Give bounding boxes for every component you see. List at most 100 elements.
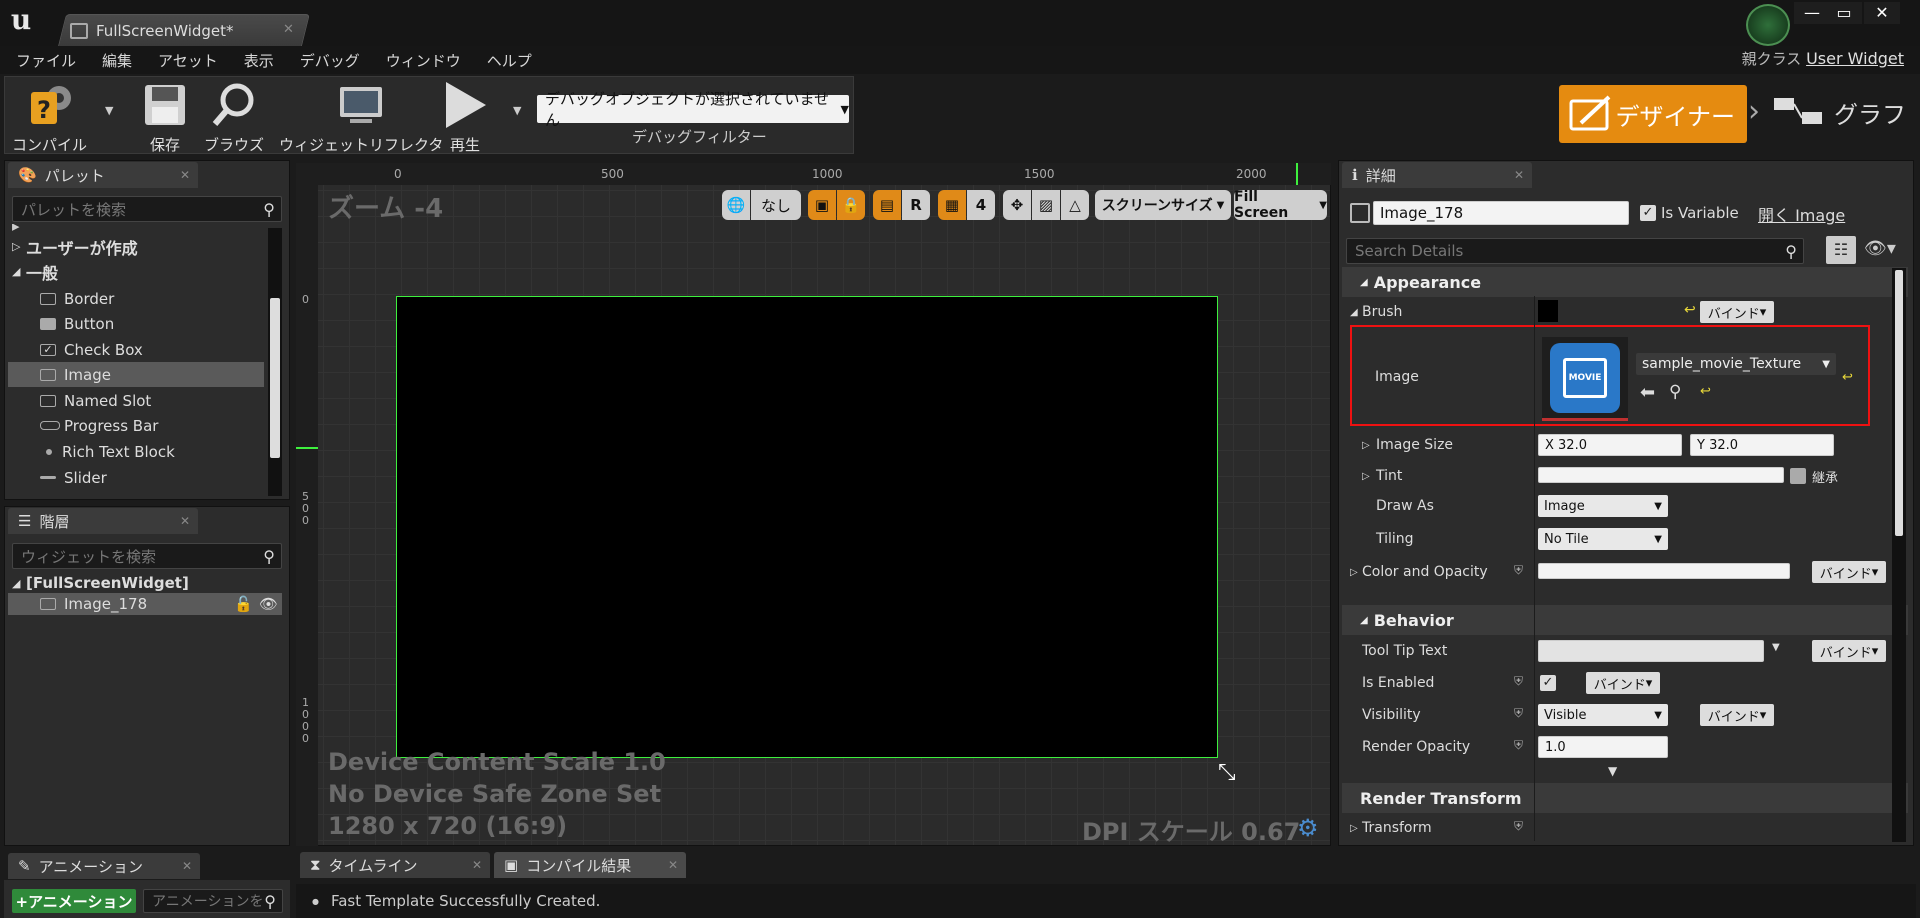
menu-debug[interactable]: デバッグ	[300, 50, 360, 71]
close-icon[interactable]: ✕	[180, 168, 190, 182]
close-icon[interactable]: ✕	[180, 514, 190, 528]
play-button[interactable]: 再生	[440, 82, 490, 155]
hierarchy-search-input[interactable]: ウィジェットを検索 ⚲	[12, 543, 282, 569]
palette-item-image[interactable]: Image	[8, 362, 264, 387]
palette-item-button[interactable]: Button	[8, 311, 264, 336]
is-enabled-bind-button[interactable]: バインド ▾	[1586, 672, 1660, 694]
close-icon[interactable]: ✕	[472, 858, 482, 872]
hierarchy-root[interactable]: ◢ [FullScreenWidget]	[8, 572, 264, 594]
play-options-dropdown[interactable]: ▼	[513, 104, 521, 117]
palette-category-general[interactable]: ◢ 一般	[8, 259, 264, 284]
widget-preview-area[interactable]	[396, 296, 1218, 758]
triangle-warning-icon[interactable]: △	[1061, 190, 1089, 220]
tooltip-bind-button[interactable]: バインド ▾	[1812, 640, 1886, 662]
menu-help[interactable]: ヘルプ	[487, 50, 532, 71]
palette-item-named-slot[interactable]: Named Slot	[8, 388, 264, 413]
hierarchy-tab[interactable]: ☰ 階層 ✕	[8, 508, 198, 534]
tint-color-swatch[interactable]	[1538, 467, 1784, 483]
outline-toggle-icon[interactable]: ▣	[808, 190, 836, 220]
minimize-button[interactable]: —	[1794, 2, 1830, 24]
respect-locks-button[interactable]: R	[902, 190, 930, 220]
widget-name-input[interactable]: Image_178	[1373, 201, 1629, 225]
graph-mode-button[interactable]: グラフ	[1772, 94, 1906, 130]
section-behavior[interactable]: ◢ Behavior	[1342, 605, 1908, 635]
widget-reflector-button[interactable]: ウィジェットリフレクタ	[279, 82, 443, 155]
browse-asset-search-icon[interactable]: ⚲	[1669, 382, 1681, 402]
section-appearance[interactable]: ◢ Appearance	[1342, 267, 1908, 297]
open-image-link[interactable]: 開く Image	[1758, 202, 1845, 226]
lock-icon[interactable]: 🔒	[837, 190, 865, 220]
menu-view[interactable]: 表示	[244, 50, 274, 71]
palette-search-input[interactable]: パレットを検索 ⚲	[12, 196, 282, 222]
palette-item-rich-text-block[interactable]: Rich Text Block	[8, 439, 264, 464]
image-preview-icon[interactable]: ▨	[1032, 190, 1060, 220]
close-icon[interactable]: ✕	[1514, 168, 1524, 182]
fill-screen-select[interactable]: Fill Screen ▼	[1234, 189, 1327, 221]
localization-preview-button[interactable]: なし	[751, 190, 801, 220]
chevron-down-icon[interactable]: ▼	[1772, 642, 1780, 653]
close-window-button[interactable]: ✕	[1864, 2, 1900, 24]
menu-asset[interactable]: アセット	[158, 50, 218, 71]
property-binding-icon[interactable]: ⛨	[1514, 738, 1523, 753]
visibility-eye-icon[interactable]: 👁▾	[1864, 238, 1896, 259]
palette-category-user[interactable]: ▷ ユーザーが作成	[8, 234, 264, 259]
screen-size-select[interactable]: スクリーンサイズ ▼	[1095, 190, 1231, 220]
palette-item-check-box[interactable]: ✓ Check Box	[8, 337, 264, 362]
maximize-button[interactable]: ▭	[1826, 2, 1862, 24]
browse-button[interactable]: ブラウズ	[204, 82, 264, 155]
section-render-transform[interactable]: Render Transform	[1342, 783, 1908, 813]
is-enabled-checkbox[interactable]: ✓	[1540, 675, 1556, 691]
image-size-y-input[interactable]: Y 32.0	[1690, 434, 1834, 456]
palette-scrollbar[interactable]	[268, 228, 282, 496]
close-icon[interactable]: ✕	[668, 858, 678, 872]
property-binding-icon[interactable]: ⛨	[1514, 819, 1523, 834]
designer-mode-button[interactable]: デザイナー	[1559, 85, 1747, 143]
document-tab-content[interactable]: FullScreenWidget*	[70, 18, 234, 44]
gear-icon[interactable]: ⚙	[1297, 814, 1319, 842]
details-scrollbar[interactable]	[1892, 268, 1906, 842]
image-size-x-input[interactable]: X 32.0	[1538, 434, 1682, 456]
property-binding-icon[interactable]: ⛨	[1514, 563, 1523, 578]
color-opacity-swatch[interactable]	[1538, 563, 1790, 579]
details-search-input[interactable]: Search Details ⚲	[1346, 238, 1804, 264]
grid-size-select[interactable]: 4	[967, 190, 995, 220]
render-opacity-input[interactable]: 1.0	[1538, 736, 1668, 758]
reset-arrow-icon[interactable]: ↩	[1842, 370, 1853, 385]
column-splitter[interactable]	[1534, 296, 1535, 841]
animation-tab[interactable]: ✎ アニメーション ✕	[8, 853, 200, 879]
texture-asset-select[interactable]: sample_movie_Texture ▼	[1636, 353, 1836, 375]
color-opacity-bind-button[interactable]: バインド ▾	[1812, 561, 1886, 583]
inherit-checkbox[interactable]	[1790, 468, 1806, 484]
details-tab[interactable]: ℹ 詳細 ✕	[1342, 162, 1532, 188]
menu-edit[interactable]: 編集	[102, 50, 132, 71]
property-matrix-icon[interactable]: ☷	[1826, 236, 1856, 264]
close-icon[interactable]: ✕	[182, 859, 192, 873]
palette-item-border[interactable]: Border	[8, 286, 264, 311]
palette-item-slider[interactable]: Slider	[8, 465, 264, 490]
unlock-icon[interactable]: 🔓	[234, 595, 253, 613]
palette-tab[interactable]: 🎨 パレット ✕	[8, 162, 198, 188]
advanced-expand-icon[interactable]: ▼	[1608, 764, 1617, 778]
tooltip-input[interactable]	[1538, 640, 1764, 662]
draw-as-select[interactable]: Image ▼	[1538, 495, 1668, 517]
resize-handle-icon[interactable]: ⤡	[1218, 760, 1236, 785]
add-animation-button[interactable]: +アニメーション	[12, 889, 136, 913]
hierarchy-item-image[interactable]: Image_178 🔓 👁	[8, 593, 282, 615]
save-button[interactable]: 保存	[140, 82, 190, 155]
reset-arrow-icon[interactable]: ↩	[1684, 302, 1696, 318]
parent-class-link[interactable]: User Widget	[1806, 49, 1904, 68]
close-icon[interactable]: ✕	[283, 22, 294, 37]
property-binding-icon[interactable]: ⛨	[1514, 706, 1523, 721]
timeline-tab[interactable]: ⧗ タイムライン ✕	[300, 852, 490, 878]
compile-results-tab[interactable]: ▣ コンパイル結果 ✕	[494, 852, 686, 878]
menu-file[interactable]: ファイル	[16, 50, 76, 71]
tiling-select[interactable]: No Tile ▼	[1538, 528, 1668, 550]
visibility-eye-icon[interactable]: 👁	[259, 595, 278, 613]
grid-snap-icon[interactable]: ▦	[938, 190, 966, 220]
use-selected-arrow-icon[interactable]: ⬅	[1640, 382, 1655, 403]
menu-window[interactable]: ウィンドウ	[386, 50, 461, 71]
debug-object-select[interactable]: デバッグオブジェクトが選択されていません ▼	[537, 90, 849, 129]
brush-bind-button[interactable]: バインド ▾	[1700, 301, 1774, 323]
compile-options-dropdown[interactable]: ▼	[105, 104, 113, 117]
transform-icon[interactable]: ✥	[1003, 190, 1031, 220]
